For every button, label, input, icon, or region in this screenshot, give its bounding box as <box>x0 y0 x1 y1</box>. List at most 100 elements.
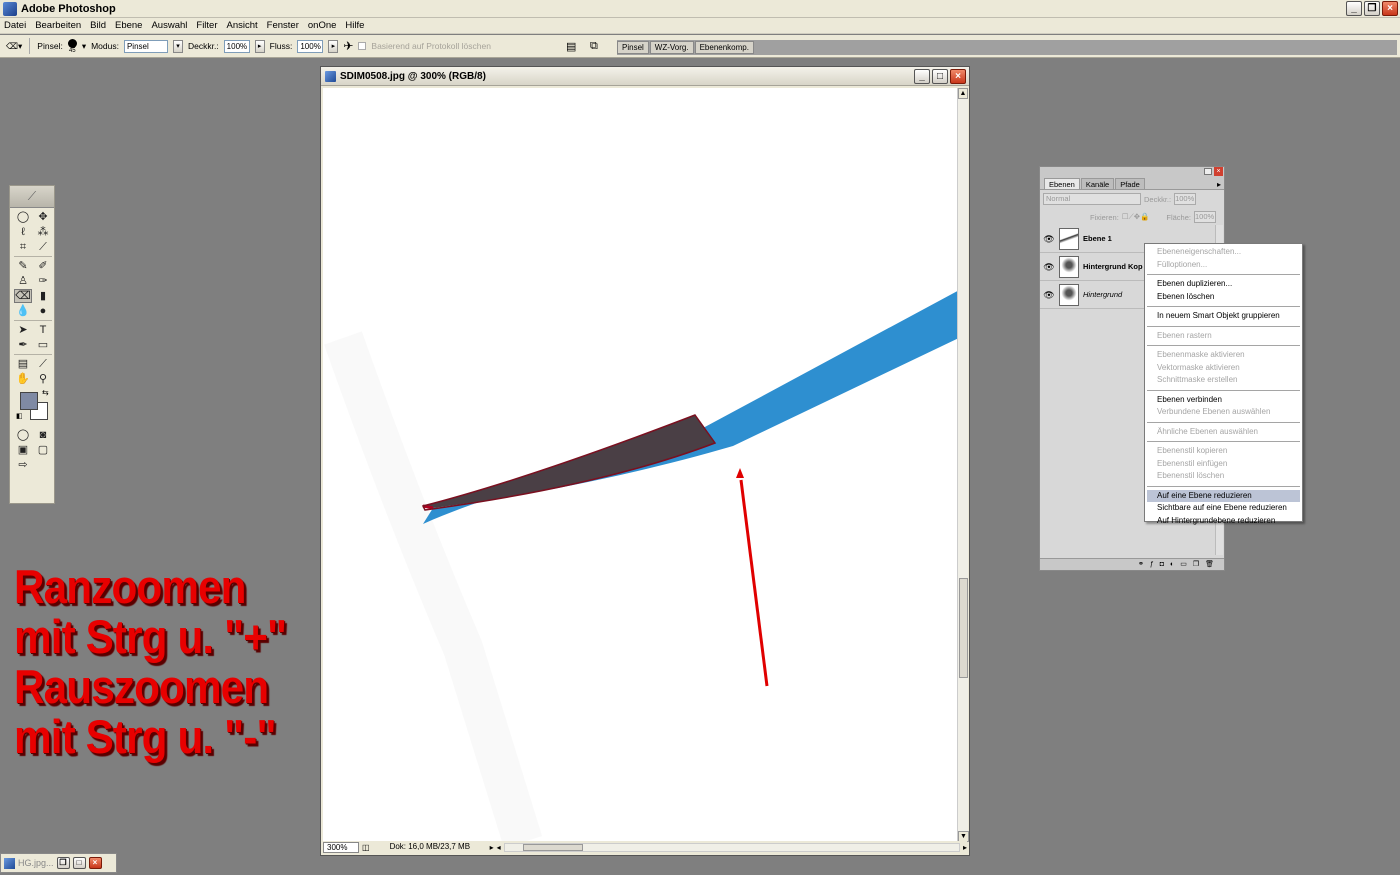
document-titlebar[interactable]: SDIM0508.jpg @ 300% (RGB/8) _ □ × <box>321 67 969 86</box>
menu-item-merge-down[interactable]: Auf eine Ebene reduzieren <box>1147 489 1300 502</box>
brush-dropdown-icon[interactable]: ▾ <box>82 41 86 52</box>
maximize-button[interactable]: □ <box>72 857 86 869</box>
eyedropper-icon[interactable]: ⟋ <box>34 357 52 371</box>
delete-layer-icon[interactable]: 🗑 <box>1205 559 1214 570</box>
default-colors-icon[interactable]: ◧ <box>16 412 23 420</box>
screen-mode-icon[interactable]: ▣ <box>14 443 32 457</box>
minimize-button[interactable]: _ <box>914 69 930 84</box>
type-tool-icon[interactable]: T <box>34 323 52 337</box>
bridge-icon[interactable]: ⧉ <box>590 40 598 53</box>
tab-pfade[interactable]: Pfade <box>1115 178 1145 189</box>
eye-icon[interactable]: 👁 <box>1043 261 1055 273</box>
fill-input[interactable]: 100% <box>1194 211 1216 223</box>
restore-button[interactable]: ❐ <box>1364 1 1380 16</box>
menu-item-blending-options[interactable]: Fülloptionen... <box>1145 259 1302 272</box>
menu-item-select-linked-layers[interactable]: Verbundene Ebenen auswählen <box>1145 406 1302 419</box>
fullscreen-mode-icon[interactable]: ▢ <box>34 443 52 457</box>
vertical-scrollbar[interactable]: ▲ ▼ <box>957 88 969 842</box>
menu-filter[interactable]: Filter <box>196 20 217 31</box>
scroll-thumb[interactable] <box>959 578 968 678</box>
layer-mask-icon[interactable]: ◘ <box>1160 559 1164 570</box>
menu-item-layer-properties[interactable]: Ebeneneigenschaften... <box>1145 246 1302 259</box>
maximize-button[interactable]: □ <box>932 69 948 84</box>
horizontal-scrollbar[interactable] <box>503 843 960 852</box>
hscroll-left-icon[interactable]: ◂ <box>497 843 501 852</box>
menu-item-paste-layer-style[interactable]: Ebenenstil einfügen <box>1145 458 1302 471</box>
palette-well-tab[interactable]: Pinsel <box>617 41 649 54</box>
layer-opacity-input[interactable]: 100% <box>1174 193 1197 205</box>
palette-well-tab[interactable]: Ebenenkomp. <box>694 41 754 54</box>
menu-item-clear-layer-style[interactable]: Ebenenstil löschen <box>1145 470 1302 483</box>
close-button[interactable]: × <box>1382 1 1398 16</box>
menu-ebene[interactable]: Ebene <box>115 20 142 31</box>
clone-stamp-icon[interactable]: ♙ <box>14 274 32 288</box>
opacity-arrow-icon[interactable]: ▸ <box>254 39 265 53</box>
tab-kanaele[interactable]: Kanäle <box>1080 178 1115 189</box>
restore-button[interactable]: ❐ <box>56 857 70 869</box>
eye-icon[interactable]: 👁 <box>1043 233 1055 245</box>
lock-pixels-icon[interactable]: ☐⟋✥🔒 <box>1122 212 1150 222</box>
minimize-button[interactable]: _ <box>1346 1 1362 16</box>
status-menu-arrow-icon[interactable]: ▸ <box>490 843 494 852</box>
notes-tool-icon[interactable]: ▤ <box>14 357 32 371</box>
healing-brush-icon[interactable]: ✎ <box>14 259 32 273</box>
status-preview-icon[interactable]: ◫ <box>362 843 370 852</box>
menu-bearbeiten[interactable]: Bearbeiten <box>35 20 81 31</box>
mode-dropdown-icon[interactable]: ▾ <box>172 39 183 53</box>
slice-tool-icon[interactable]: ⟋ <box>34 240 52 254</box>
pen-tool-icon[interactable]: ✒ <box>14 338 32 352</box>
zoom-tool-icon[interactable]: ⚲ <box>34 372 52 386</box>
brush-tool-icon[interactable]: ✐ <box>34 259 52 273</box>
standard-mode-icon[interactable]: ◯ <box>14 428 32 442</box>
scroll-up-icon[interactable]: ▲ <box>958 88 968 99</box>
quickmask-mode-icon[interactable]: ◙ <box>34 428 52 442</box>
menu-bild[interactable]: Bild <box>90 20 106 31</box>
magic-wand-icon[interactable]: ⁂ <box>34 225 52 239</box>
foreground-color-swatch[interactable] <box>20 392 38 410</box>
crop-tool-icon[interactable]: ⌗ <box>14 240 32 254</box>
new-group-icon[interactable]: ▭ <box>1180 559 1187 570</box>
hscroll-right-icon[interactable]: ▸ <box>963 843 967 852</box>
panel-minimize-icon[interactable] <box>1204 168 1212 175</box>
brush-preview-icon[interactable] <box>67 38 77 48</box>
menu-fenster[interactable]: Fenster <box>267 20 299 31</box>
menu-item-copy-layer-style[interactable]: Ebenenstil kopieren <box>1145 445 1302 458</box>
hscroll-thumb[interactable] <box>522 844 583 851</box>
menu-item-link-layers[interactable]: Ebenen verbinden <box>1145 394 1302 407</box>
palette-well-tab[interactable]: WZ-Vorg. <box>649 41 694 54</box>
menu-item-flatten-image[interactable]: Auf Hintergrundebene reduzieren <box>1145 515 1302 528</box>
move-tool-icon[interactable]: ✥ <box>34 210 52 224</box>
eraser-tool-preset-icon[interactable]: ⌫▾ <box>6 41 22 52</box>
menu-item-enable-vector-mask[interactable]: Vektormaske aktivieren <box>1145 362 1302 375</box>
menu-ansicht[interactable]: Ansicht <box>227 20 258 31</box>
shape-tool-icon[interactable]: ▭ <box>34 338 52 352</box>
dodge-tool-icon[interactable]: ● <box>34 304 52 318</box>
eraser-tool-icon[interactable]: ⌫ <box>14 289 32 303</box>
mode-select[interactable]: Pinsel <box>123 39 168 53</box>
jump-to-imageready-icon[interactable]: ⇨ <box>14 458 32 472</box>
lasso-tool-icon[interactable]: ℓ <box>14 225 32 239</box>
blur-tool-icon[interactable]: 💧 <box>14 304 32 318</box>
file-browser-icon[interactable]: ▤ <box>566 40 576 53</box>
layers-panel-header[interactable]: × <box>1040 167 1224 177</box>
menu-item-group-smart-object[interactable]: In neuem Smart Objekt gruppieren <box>1145 310 1302 323</box>
menu-hilfe[interactable]: Hilfe <box>345 20 364 31</box>
zoom-level[interactable]: 300% <box>323 842 359 853</box>
opacity-input[interactable]: 100% <box>223 39 250 53</box>
history-brush-icon[interactable]: ✑ <box>34 274 52 288</box>
path-selection-icon[interactable]: ➤ <box>14 323 32 337</box>
feather-logo-icon[interactable]: ⟋ <box>10 186 54 208</box>
menu-item-rasterize-layers[interactable]: Ebenen rastern <box>1145 330 1302 343</box>
menu-auswahl[interactable]: Auswahl <box>151 20 187 31</box>
panel-menu-icon[interactable]: ▸ <box>1217 180 1221 189</box>
panel-close-icon[interactable]: × <box>1214 167 1223 176</box>
menu-item-enable-layer-mask[interactable]: Ebenenmaske aktivieren <box>1145 349 1302 362</box>
menu-datei[interactable]: Datei <box>4 20 26 31</box>
flow-arrow-icon[interactable]: ▸ <box>328 39 339 53</box>
gradient-tool-icon[interactable]: ▮ <box>34 289 52 303</box>
new-layer-icon[interactable]: ❐ <box>1193 559 1199 570</box>
airbrush-icon[interactable]: ✈ <box>343 39 353 53</box>
hand-tool-icon[interactable]: ✋ <box>14 372 32 386</box>
eye-icon[interactable]: 👁 <box>1043 289 1055 301</box>
swap-colors-icon[interactable]: ⇆ <box>42 388 49 397</box>
